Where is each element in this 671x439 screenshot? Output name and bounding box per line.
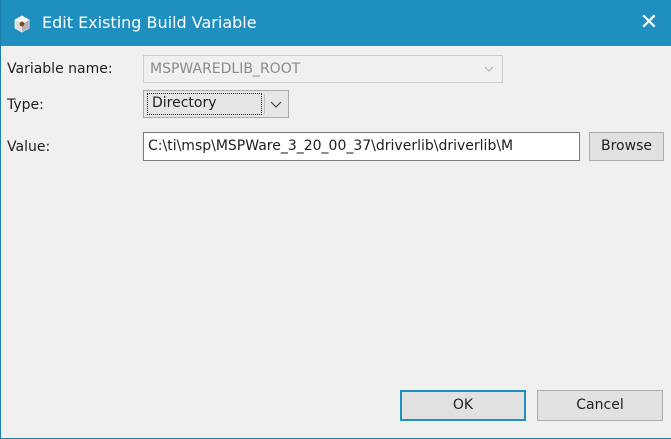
combo-divider [264, 94, 265, 114]
window-title: Edit Existing Build Variable [42, 13, 257, 32]
chevron-down-icon [484, 66, 494, 72]
type-selected-value: Directory [147, 93, 262, 115]
value-field[interactable]: C:\ti\msp\MSPWare_3_20_00_37\driverlib\d… [143, 132, 580, 161]
cancel-button[interactable]: Cancel [537, 390, 663, 421]
dialog-body: Variable name: MSPWAREDLIB_ROOT Type: Di… [2, 46, 671, 438]
title-bar[interactable]: Edit Existing Build Variable ✕ [1, 0, 671, 46]
gear-cube-icon [14, 15, 30, 33]
type-selected-text: Directory [152, 95, 217, 111]
chevron-down-icon[interactable] [270, 99, 282, 109]
variable-name-label: Variable name: [7, 61, 113, 77]
close-button[interactable]: ✕ [626, 0, 671, 46]
variable-name-combo: MSPWAREDLIB_ROOT [143, 55, 503, 83]
type-label: Type: [7, 97, 44, 113]
value-label: Value: [7, 139, 51, 155]
value-field-text: C:\ti\msp\MSPWare_3_20_00_37\driverlib\d… [148, 138, 514, 154]
ok-button[interactable]: OK [400, 390, 526, 421]
dialog-window: Edit Existing Build Variable ✕ Variable … [0, 0, 671, 439]
type-select[interactable]: Directory [143, 90, 289, 118]
browse-button[interactable]: Browse [589, 132, 664, 161]
close-icon: ✕ [639, 10, 659, 35]
variable-name-value: MSPWAREDLIB_ROOT [150, 61, 301, 77]
